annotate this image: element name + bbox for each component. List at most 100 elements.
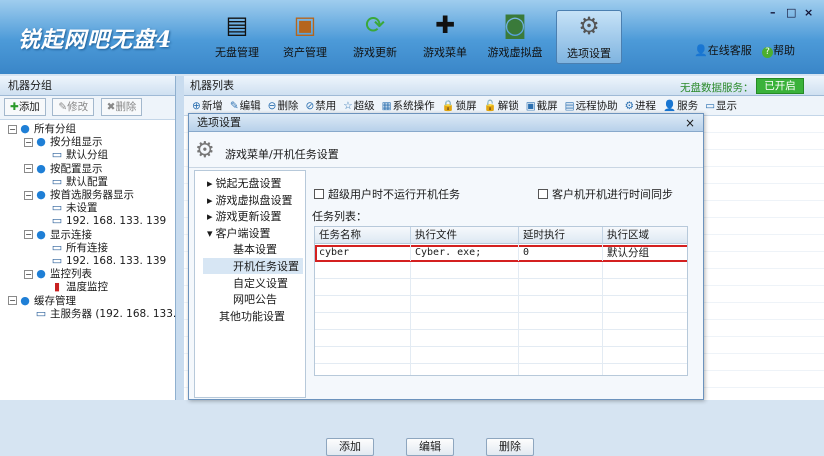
- toolbar-game-virtual-disk-button[interactable]: ◙ 游戏虚拟盘: [482, 10, 548, 64]
- settings-nav-item[interactable]: ▸ 游戏虚拟盘设置: [207, 192, 293, 208]
- nav-expand-arrow[interactable]: ▸: [207, 177, 213, 190]
- tree-node[interactable]: ▭ 所有连接: [40, 241, 108, 255]
- tree-node[interactable]: ▮ 温度监控: [40, 281, 108, 294]
- tree-node[interactable]: − ● 按配置显示: [24, 162, 103, 176]
- machine-toolbar-item[interactable]: ▤远程协助: [565, 100, 618, 112]
- diskless-service-status-button[interactable]: 已开启: [756, 78, 804, 94]
- tree-node-label: 192. 168. 133. 139: [66, 215, 167, 228]
- machine-toolbar-item[interactable]: ✎编辑: [230, 100, 261, 112]
- help-link[interactable]: ? 帮助: [762, 42, 795, 58]
- tree-node[interactable]: ▭ 192. 168. 133. 139: [40, 215, 166, 228]
- toolbar-game-update-button[interactable]: ⟳ 游戏更新: [342, 10, 408, 64]
- globe-icon: ●: [36, 135, 46, 149]
- tree-node[interactable]: − ● 所有分组: [8, 123, 76, 136]
- close-button[interactable]: ×: [804, 6, 813, 19]
- tree-toggle[interactable]: −: [24, 164, 33, 174]
- machine-toolbar-item[interactable]: ▣截屏: [526, 100, 558, 112]
- table-row[interactable]: cyber Cyber. exe; 0 默认分组: [315, 245, 687, 262]
- machine-toolbar-item[interactable]: ▦系统操作: [382, 100, 435, 112]
- tree-toggle[interactable]: −: [24, 269, 33, 279]
- help-label: 帮助: [773, 44, 795, 57]
- tree-toggle[interactable]: −: [8, 296, 17, 306]
- tree-node[interactable]: ▭ 默认配置: [40, 175, 108, 189]
- empty-row: [315, 313, 687, 330]
- column-header-exec-file[interactable]: 执行文件: [411, 227, 519, 244]
- tree-node-label: 显示连接: [50, 228, 92, 241]
- toolbar-item-icon: ⊕: [192, 100, 201, 112]
- machine-toolbar-item[interactable]: ⊖删除: [268, 100, 299, 112]
- machine-toolbar-item[interactable]: ⚙进程: [625, 100, 656, 112]
- time-sync-checkbox[interactable]: 客户机开机进行时间同步: [538, 186, 673, 202]
- tree-node-label: 所有连接: [66, 241, 108, 254]
- add-group-button[interactable]: ✚添加: [4, 98, 46, 116]
- toolbar-diskless-management-button[interactable]: ▤ 无盘管理: [204, 10, 270, 64]
- online-support-link[interactable]: 👤在线客服: [694, 42, 752, 58]
- tree-node[interactable]: − ● 按首选服务器显示: [24, 189, 134, 202]
- globe-icon: ●: [20, 122, 30, 135]
- column-header-area[interactable]: 执行区域: [603, 227, 687, 244]
- maximize-button[interactable]: □: [786, 6, 796, 19]
- settings-nav-label: 游戏更新设置: [215, 210, 282, 224]
- superuser-skip-checkbox[interactable]: 超级用户时不运行开机任务: [314, 186, 460, 202]
- settings-nav-item[interactable]: 开机任务设置: [203, 258, 303, 274]
- tree-node-label: 温度监控: [66, 281, 108, 294]
- tree-node[interactable]: ▭ 主服务器 (192. 168. 133. 139: [24, 307, 200, 321]
- tree-toggle[interactable]: −: [24, 137, 33, 147]
- edit-icon: ✎: [58, 101, 68, 113]
- tree-toggle[interactable]: −: [24, 230, 33, 240]
- settings-nav-item[interactable]: 自定义设置: [233, 275, 288, 291]
- machine-toolbar-item[interactable]: ⊘禁用: [305, 100, 336, 112]
- tree-node[interactable]: − ● 显示连接: [24, 228, 92, 242]
- checkbox-box: [538, 189, 548, 199]
- delete-task-button[interactable]: 删除: [486, 438, 534, 456]
- machine-toolbar-item[interactable]: 👤服务: [663, 100, 698, 112]
- toolbar-options-settings-button[interactable]: ⚙ 选项设置: [556, 10, 622, 64]
- toolbar-item-label: 服务: [677, 100, 699, 112]
- settings-nav-item[interactable]: 基本设置: [233, 241, 277, 257]
- settings-nav-item[interactable]: ▸ 游戏更新设置: [207, 208, 282, 224]
- settings-nav-label: 自定义设置: [233, 276, 288, 290]
- tree-node-label: 默认配置: [66, 175, 108, 188]
- machine-toolbar-item[interactable]: ▭显示: [705, 100, 737, 112]
- machine-toolbar-item[interactable]: ⊕新增: [192, 100, 223, 112]
- nav-expand-arrow[interactable]: ▸: [207, 194, 213, 207]
- settings-nav-item[interactable]: ▸ 锐起无盘设置: [207, 175, 282, 191]
- panel-splitter[interactable]: [176, 76, 184, 400]
- toolbar-item-label: 截屏: [536, 100, 558, 112]
- toolbar-asset-management-button[interactable]: ▣ 资产管理: [272, 10, 338, 64]
- nav-expand-arrow[interactable]: ▾: [207, 227, 213, 240]
- tree-node[interactable]: − ● 缓存管理: [8, 294, 76, 308]
- settings-nav-item[interactable]: 其他功能设置: [219, 308, 285, 324]
- refresh-arrows-icon: ⟳: [364, 11, 386, 39]
- tree-node-label: 所有分组: [34, 123, 76, 135]
- settings-nav-item[interactable]: ▾ 客户端设置: [207, 225, 271, 241]
- tree-node[interactable]: − ● 监控列表: [24, 268, 92, 281]
- settings-nav-item[interactable]: 网吧公告: [233, 291, 277, 307]
- group-tree: − ● 所有分组 − ● 按分组显示 ▭ 默认分组 − ● 按配置显示 ▭ 默认配置 − ● 按首选服务器显示…: [0, 120, 200, 400]
- delete-group-button[interactable]: ✖删除: [100, 98, 143, 116]
- column-header-delay[interactable]: 延时执行: [519, 227, 603, 244]
- machine-toolbar-item[interactable]: 🔓解锁: [484, 100, 519, 112]
- machine-toolbar-item[interactable]: 🔒锁屏: [442, 100, 477, 112]
- table-cell-delay: 0: [519, 245, 603, 261]
- tree-node[interactable]: ▭ 默认分组: [40, 149, 108, 162]
- tree-toggle[interactable]: −: [8, 124, 17, 134]
- tree-node[interactable]: − ● 按分组显示: [24, 136, 103, 149]
- empty-row: [315, 279, 687, 296]
- toolbar-game-menu-button[interactable]: ✚ 游戏菜单: [412, 10, 478, 64]
- toolbar-item-icon: 🔓: [483, 100, 497, 112]
- thermometer-icon: ▮: [53, 280, 61, 294]
- machine-toolbar-item[interactable]: ☆超级: [343, 100, 374, 112]
- column-header-task-name[interactable]: 任务名称: [315, 227, 411, 244]
- edit-group-button[interactable]: ✎修改: [52, 98, 95, 116]
- dialog-close-button[interactable]: ×: [685, 114, 695, 132]
- tree-node[interactable]: ▭ 未设置: [40, 202, 98, 215]
- minimize-button[interactable]: –: [770, 6, 776, 19]
- add-task-button[interactable]: 添加: [326, 438, 374, 456]
- plus-icon: ✚: [10, 101, 19, 113]
- nav-expand-arrow[interactable]: ▸: [207, 210, 213, 223]
- online-support-label: 在线客服: [707, 44, 752, 57]
- tree-node[interactable]: ▭ 192. 168. 133. 139: [40, 255, 166, 268]
- tree-toggle[interactable]: −: [24, 190, 33, 200]
- edit-task-button[interactable]: 编辑: [406, 438, 454, 456]
